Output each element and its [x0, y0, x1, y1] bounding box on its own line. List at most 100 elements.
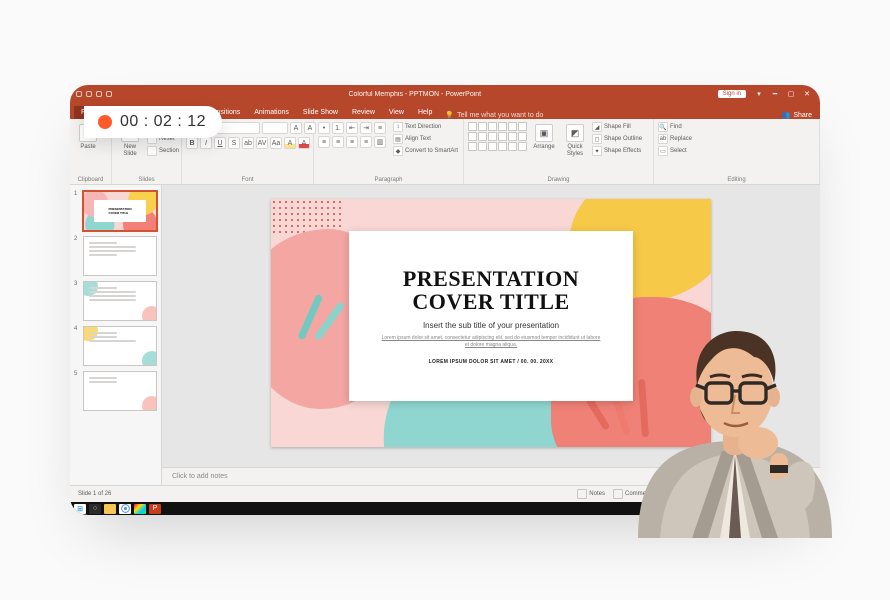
smartart-button[interactable]: ◆Convert to SmartArt — [393, 146, 458, 156]
new-slide-label: New Slide — [123, 144, 136, 157]
thumb-1[interactable]: 1 PRESENTATION COVER TITLE — [74, 191, 157, 231]
strike-button[interactable]: S — [228, 137, 240, 149]
sign-in-button[interactable]: Sign in — [718, 90, 746, 98]
select-icon: ▭ — [658, 146, 668, 156]
justify-button[interactable]: ≡ — [360, 136, 372, 148]
group-label-clipboard: Clipboard — [74, 176, 107, 183]
group-label-slides: Slides — [116, 176, 177, 183]
taskbar-chrome-icon[interactable] — [119, 504, 131, 514]
tab-animations[interactable]: Animations — [247, 106, 296, 119]
tell-me-label: Tell me what you want to do — [457, 112, 543, 119]
slide-body[interactable]: Lorem ipsum dolor sit amet, consectetur … — [381, 335, 601, 349]
indent-decrease-button[interactable]: ⇤ — [346, 122, 358, 134]
find-button[interactable]: 🔍Find — [658, 122, 692, 132]
qat-save-icon[interactable] — [76, 91, 82, 97]
text-direction-icon: ↕ — [393, 122, 403, 132]
shape-effects-button[interactable]: ✦Shape Effects — [592, 146, 642, 156]
smartart-icon: ◆ — [393, 146, 403, 156]
slide-footer[interactable]: LOREM IPSUM DOLOR SIT AMET / 00. 00. 20X… — [429, 359, 554, 365]
presenter-webcam-overlay — [630, 313, 840, 538]
group-paragraph: • 1. ⇤ ⇥ ≡ ≡ ≡ ≡ ≡ ▥ ↕Text Dire — [314, 119, 464, 184]
quick-styles-icon: ◩ — [566, 124, 584, 142]
align-text-icon: ▤ — [393, 134, 403, 144]
align-text-button[interactable]: ▤Align Text — [393, 134, 458, 144]
close-icon[interactable]: ✕ — [800, 90, 814, 98]
recording-timer[interactable]: 00 : 02 : 12 — [84, 106, 222, 138]
arrange-button[interactable]: ▣ Arrange — [530, 122, 558, 153]
group-label-drawing: Drawing — [468, 176, 649, 183]
title-card[interactable]: PRESENTATION COVER TITLE Insert the sub … — [349, 231, 633, 401]
replace-button[interactable]: abReplace — [658, 134, 692, 144]
taskbar-powerpoint-icon[interactable]: P — [149, 504, 161, 514]
numbering-button[interactable]: 1. — [332, 122, 344, 134]
italic-button[interactable]: I — [200, 137, 212, 149]
shapes-gallery[interactable] — [468, 122, 527, 151]
bullets-button[interactable]: • — [318, 122, 330, 134]
start-button[interactable]: ⊞ — [74, 504, 86, 514]
thumbnail-panel[interactable]: 1 PRESENTATION COVER TITLE 2 3 — [70, 185, 162, 485]
line-spacing-button[interactable]: ≡ — [374, 122, 386, 134]
replace-icon: ab — [658, 134, 668, 144]
group-label-font: Font — [186, 176, 309, 183]
thumb-2[interactable]: 2 — [74, 236, 157, 276]
case-button[interactable]: Aa — [270, 137, 282, 149]
tab-help[interactable]: Help — [411, 106, 439, 119]
qat-undo-icon[interactable] — [86, 91, 92, 97]
recording-time: 00 : 02 : 12 — [120, 113, 206, 131]
outline-icon: ◻ — [592, 134, 602, 144]
slide-counter: Slide 1 of 26 — [78, 491, 111, 497]
title-bar: Colorful Memphis - PPTMON - PowerPoint S… — [70, 85, 820, 103]
arrange-icon: ▣ — [535, 124, 553, 142]
increase-size-button[interactable]: A — [290, 122, 302, 134]
tab-slideshow[interactable]: Slide Show — [296, 106, 345, 119]
share-button[interactable]: 👥 Share — [782, 111, 812, 119]
notes-placeholder: Click to add notes — [172, 473, 228, 480]
font-color-button[interactable]: A — [298, 137, 310, 149]
align-center-button[interactable]: ≡ — [332, 136, 344, 148]
tab-view[interactable]: View — [382, 106, 411, 119]
tab-review[interactable]: Review — [345, 106, 382, 119]
record-icon — [98, 115, 112, 129]
bold-button[interactable]: B — [186, 137, 198, 149]
minimize-icon[interactable]: ━ — [768, 90, 782, 98]
notes-button[interactable]: Notes — [577, 489, 605, 499]
shadow-button[interactable]: ab — [242, 137, 254, 149]
share-icon: 👥 — [782, 111, 791, 119]
slide-title[interactable]: PRESENTATION COVER TITLE — [403, 267, 579, 313]
group-label-paragraph: Paragraph — [318, 176, 459, 183]
taskbar-search-icon[interactable]: ○ — [89, 504, 101, 514]
font-size-select[interactable] — [262, 122, 288, 134]
highlight-button[interactable]: A — [284, 137, 296, 149]
align-left-button[interactable]: ≡ — [318, 136, 330, 148]
group-editing: 🔍Find abReplace ▭Select Editing — [654, 119, 820, 184]
paste-label: Paste — [80, 144, 95, 151]
tell-me-search[interactable]: 💡 Tell me what you want to do — [445, 111, 543, 119]
comments-icon — [613, 489, 623, 499]
fill-icon: ◢ — [592, 122, 602, 132]
align-right-button[interactable]: ≡ — [346, 136, 358, 148]
share-label: Share — [793, 112, 812, 119]
slide-subtitle[interactable]: Insert the sub title of your presentatio… — [423, 321, 559, 330]
ribbon-opts-icon[interactable]: ▾ — [752, 90, 766, 98]
group-label-editing: Editing — [658, 176, 815, 183]
text-direction-button[interactable]: ↕Text Direction — [393, 122, 458, 132]
thumb-5[interactable]: 5 — [74, 371, 157, 411]
notes-icon — [577, 489, 587, 499]
columns-button[interactable]: ▥ — [374, 136, 386, 148]
thumb-3[interactable]: 3 — [74, 281, 157, 321]
quick-styles-button[interactable]: ◩ Quick Styles — [561, 122, 589, 159]
qat-redo-icon[interactable] — [96, 91, 102, 97]
thumb-4[interactable]: 4 — [74, 326, 157, 366]
underline-button[interactable]: U — [214, 137, 226, 149]
select-button[interactable]: ▭Select — [658, 146, 692, 156]
section-icon — [147, 146, 157, 156]
maximize-icon[interactable]: ▢ — [784, 90, 798, 98]
shape-outline-button[interactable]: ◻Shape Outline — [592, 134, 642, 144]
taskbar-app-icon[interactable] — [134, 504, 146, 514]
shape-fill-button[interactable]: ◢Shape Fill — [592, 122, 642, 132]
section-button[interactable]: Section — [147, 146, 179, 156]
spacing-button[interactable]: AV — [256, 137, 268, 149]
indent-increase-button[interactable]: ⇥ — [360, 122, 372, 134]
document-title: Colorful Memphis - PPTMON - PowerPoint — [112, 91, 718, 98]
taskbar-explorer-icon[interactable] — [104, 504, 116, 514]
